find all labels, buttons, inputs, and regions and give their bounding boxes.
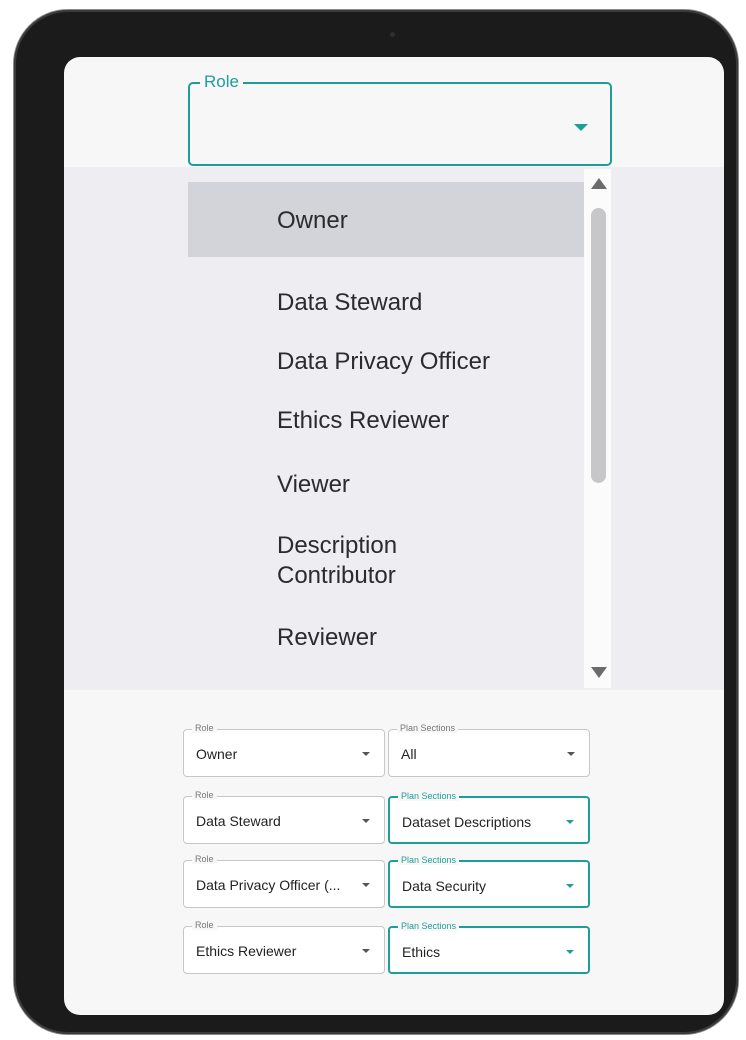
screen: Role Owner Data Steward Data Privacy Off… <box>64 57 724 1015</box>
role-field-value: Data Privacy Officer (... <box>196 877 341 893</box>
menu-scrollbar[interactable] <box>584 169 611 688</box>
plan-sections-value: Dataset Descriptions <box>402 814 532 830</box>
menu-item-owner[interactable]: Owner <box>188 182 584 257</box>
scroll-down-arrow-icon[interactable] <box>591 667 607 678</box>
plan-sections-field[interactable]: Plan Sections All <box>388 723 590 777</box>
menu-item-data-steward[interactable]: Data Steward <box>188 288 584 318</box>
scroll-up-arrow-icon[interactable] <box>591 178 607 189</box>
chevron-down-icon[interactable] <box>567 752 575 756</box>
plan-sections-field[interactable]: Plan Sections Dataset Descriptions <box>388 791 590 844</box>
chevron-down-icon[interactable] <box>362 819 370 823</box>
tablet-device: Role Owner Data Steward Data Privacy Off… <box>14 10 738 1034</box>
role-field-label: Role <box>192 920 217 930</box>
role-field[interactable]: Role Owner <box>183 723 385 777</box>
plan-sections-label: Plan Sections <box>398 921 460 931</box>
menu-item-label: Description Contributor <box>277 532 398 589</box>
role-field-value: Owner <box>196 746 238 762</box>
role-field-label: Role <box>192 854 217 864</box>
role-field-value: Ethics Reviewer <box>196 943 297 959</box>
menu-item-reviewer[interactable]: Reviewer <box>188 623 584 653</box>
chevron-down-icon[interactable] <box>566 950 574 954</box>
role-field[interactable]: Role Ethics Reviewer <box>183 920 385 974</box>
role-select-label: Role <box>200 72 243 92</box>
menu-item-label: Viewer <box>277 471 350 498</box>
menu-item-label: Data Steward <box>277 289 423 316</box>
role-field[interactable]: Role Data Privacy Officer (... <box>183 854 385 908</box>
chevron-down-icon[interactable] <box>566 820 574 824</box>
chevron-down-icon[interactable] <box>574 124 588 131</box>
plan-sections-value: All <box>401 746 417 762</box>
menu-item-label: Owner <box>277 207 348 234</box>
plan-sections-label: Plan Sections <box>398 791 460 801</box>
menu-item-description-contributor[interactable]: Description Contributor <box>188 531 584 591</box>
plan-sections-label: Plan Sections <box>397 723 459 733</box>
chevron-down-icon[interactable] <box>362 752 370 756</box>
camera <box>390 32 395 37</box>
chevron-down-icon[interactable] <box>566 884 574 888</box>
menu-item-data-privacy-officer[interactable]: Data Privacy Officer <box>188 347 584 377</box>
role-field-label: Role <box>192 790 217 800</box>
plan-sections-field[interactable]: Plan Sections Ethics <box>388 921 590 974</box>
plan-sections-field[interactable]: Plan Sections Data Security <box>388 855 590 908</box>
chevron-down-icon[interactable] <box>362 883 370 887</box>
chevron-down-icon[interactable] <box>362 949 370 953</box>
menu-item-ethics-reviewer[interactable]: Ethics Reviewer <box>188 406 584 436</box>
menu-item-viewer[interactable]: Viewer <box>188 470 584 500</box>
role-field-value: Data Steward <box>196 813 281 829</box>
menu-item-label: Reviewer <box>277 624 378 651</box>
menu-item-label: Ethics Reviewer <box>277 407 450 434</box>
menu-item-label: Data Privacy Officer <box>277 348 490 375</box>
role-field[interactable]: Role Data Steward <box>183 790 385 844</box>
plan-sections-value: Ethics <box>402 944 441 960</box>
role-select[interactable]: Role <box>188 72 612 166</box>
plan-sections-value: Data Security <box>402 878 487 894</box>
scrollbar-thumb[interactable] <box>591 208 606 483</box>
role-field-label: Role <box>192 723 217 733</box>
plan-sections-label: Plan Sections <box>398 855 460 865</box>
